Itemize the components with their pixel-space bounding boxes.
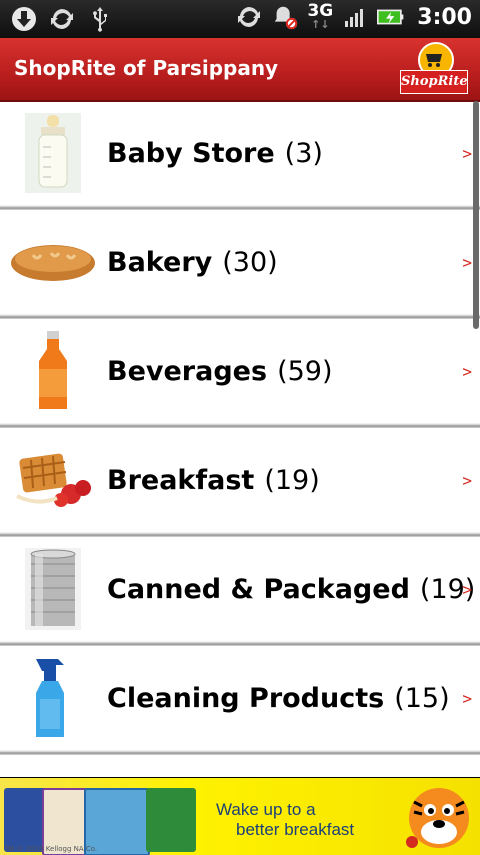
status-bar: 3G ↑↓ 3:00 [0,0,480,38]
notification-muted-icon [271,2,299,32]
download-icon [10,4,38,34]
list-item[interactable]: Breakfast (19) > [0,428,480,532]
sync-icon [235,2,263,32]
chevron-right-icon: > [462,688,472,708]
list-item[interactable]: Baby Store (3) > [0,101,480,205]
spray-bottle-icon [8,653,98,743]
category-label: Beverages (59) [107,355,333,387]
ad-headline: Wake up to a better breakfast [216,800,355,839]
category-count: (3) [284,137,323,169]
network-type: 3G ↑↓ [307,1,334,31]
category-label: Canned & Packaged (19) [107,573,476,605]
app-header: ShopRite of Parsippany ShopRite [0,38,480,102]
category-label: Baby Store (3) [107,137,323,169]
tiger-mascot-icon [404,782,474,855]
category-count: (15) [394,682,450,714]
bread-icon [8,217,98,307]
list-item[interactable] [0,755,480,777]
category-label: Bakery (30) [107,246,278,278]
sync-icon [48,4,76,34]
battery-charging-icon [377,2,405,32]
cereal-box-image [146,788,196,852]
list-item[interactable]: Cleaning Products (15) > [0,646,480,750]
shoprite-logo[interactable]: ShopRite [400,42,468,96]
list-scrollbar[interactable] [473,101,479,329]
logo-text: ShopRite [400,70,468,94]
ad-fine-print: TM © 2010 Kellogg NA Co. [4,845,98,853]
chevron-right-icon: > [462,579,472,599]
list-item[interactable]: Bakery (30) > [0,210,480,314]
chevron-right-icon: > [462,252,472,272]
usb-icon [86,4,114,34]
ad-banner[interactable]: Wake up to a better breakfast TM © 2010 … [0,777,480,855]
list-item[interactable]: Beverages (59) > [0,319,480,423]
clock: 3:00 [417,4,472,30]
waffle-icon [8,435,98,525]
chevron-right-icon: > [462,361,472,381]
category-count: (30) [222,246,278,278]
category-label: Cleaning Products (15) [107,682,450,714]
tin-can-icon [8,544,98,634]
page-title: ShopRite of Parsippany [14,56,279,80]
chevron-right-icon: > [462,143,472,163]
category-label: Breakfast (19) [107,464,320,496]
chevron-right-icon: > [462,470,472,490]
category-count: (59) [277,355,333,387]
juice-bottle-icon [8,326,98,416]
signal-icon [341,2,369,32]
category-list[interactable]: Baby Store (3) > Bakery (30) > Beverages (5… [0,101,480,777]
category-count: (19) [264,464,320,496]
list-item[interactable]: Canned & Packaged (19) > [0,537,480,641]
baby-bottle-icon [8,108,98,198]
